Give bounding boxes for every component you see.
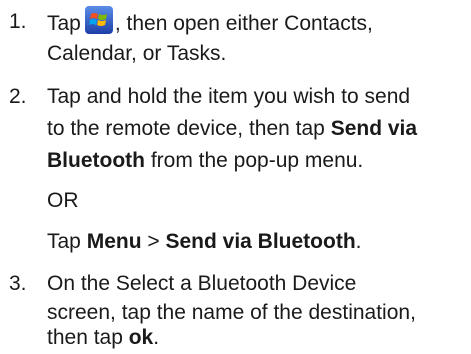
step-2-alt-mid: >	[141, 230, 166, 253]
step-1-tap-text: Tap	[47, 12, 81, 35]
step-2-menu-bold: Menu	[86, 230, 142, 253]
step-3-line-3-post: .	[153, 326, 160, 349]
step-2-number: 2.	[9, 85, 27, 108]
step-2-send-via-bold: Send via	[330, 117, 418, 140]
step-3-number: 3.	[9, 272, 27, 295]
step-2-line-3: Bluetooth from the pop-up menu.	[47, 145, 363, 177]
step-3-ok-bold: ok	[128, 326, 154, 349]
step-2-line-2-text: to the remote device, then tap	[47, 117, 331, 140]
step-1-line-2: Calendar, or Tasks.	[47, 42, 227, 65]
step-3-line-1: On the Select a Bluetooth Device	[47, 272, 357, 295]
step-2-bluetooth-bold: Bluetooth	[47, 149, 145, 172]
step-2-alt-line: Tap Menu > Send via Bluetooth.	[47, 226, 362, 258]
step-3-line-3-text: then tap	[47, 326, 129, 349]
step-1-line-1: Tap , then open either Contacts,	[47, 6, 373, 40]
step-2-line-1: Tap and hold the item you wish to send	[47, 85, 411, 108]
step-2-or: OR	[47, 189, 79, 212]
step-3-line-3: then tap ok.	[47, 322, 159, 354]
instruction-steps: 1. Tap , then open either Contacts, Cale…	[0, 0, 471, 352]
step-2-alt-pre: Tap	[47, 230, 87, 253]
step-1-text-after-icon: , then open either Contacts,	[114, 12, 373, 35]
windows-start-icon	[84, 6, 113, 34]
step-2-line-3-text: from the pop-up menu.	[144, 149, 364, 172]
step-2-send-via-bluetooth-bold: Send via Bluetooth	[165, 230, 356, 253]
step-1-number: 1.	[9, 10, 27, 33]
step-2-alt-post: .	[355, 230, 362, 253]
step-2-line-2: to the remote device, then tap Send via	[47, 113, 417, 145]
